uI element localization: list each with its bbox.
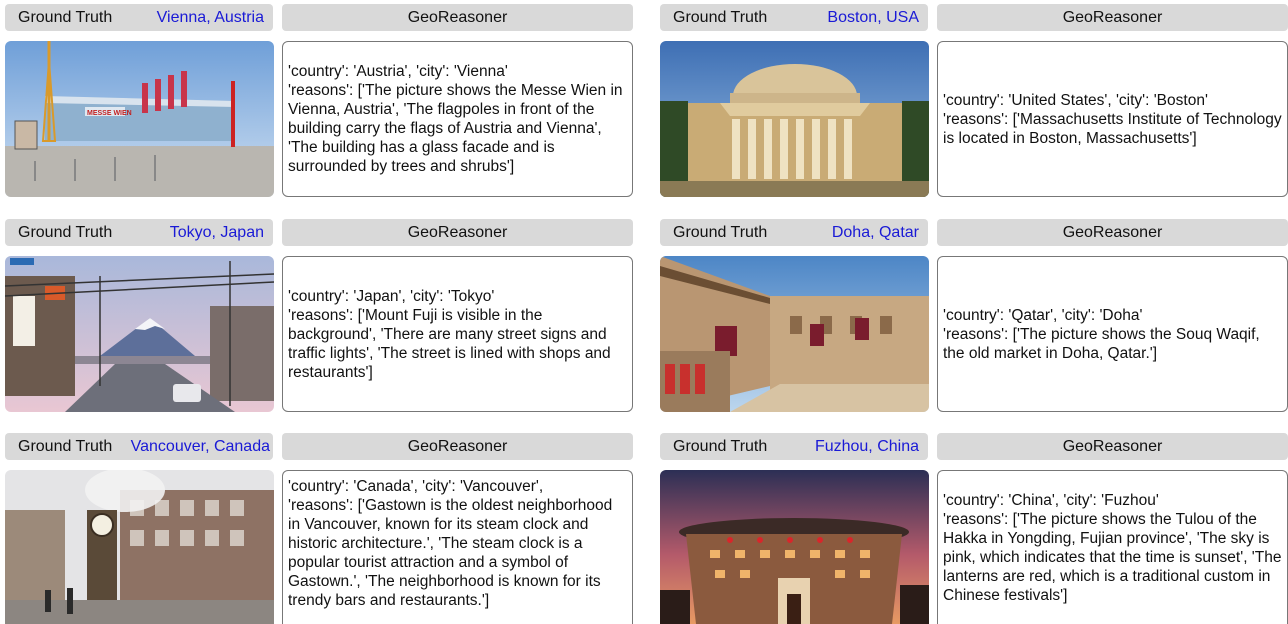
- georeasoner-label: GeoReasoner: [1062, 8, 1163, 26]
- ground-truth-bar-vienna: Ground Truth Vienna, Austria: [5, 4, 273, 31]
- country-city-line: 'country': 'Qatar', 'city': 'Doha': [943, 306, 1143, 324]
- georeasoner-bar-tokyo: GeoReasoner: [282, 219, 633, 246]
- souq-waqif-market-photo: [660, 256, 929, 412]
- georeasoner-bar-boston: GeoReasoner: [937, 4, 1288, 31]
- ground-truth-label: Ground Truth: [18, 8, 113, 26]
- reasons-line: 'reasons': ['Massachusetts Institute of …: [943, 110, 1282, 147]
- sign-text: MESSE WIEN: [87, 110, 132, 117]
- georeasoner-bar-doha: GeoReasoner: [937, 219, 1288, 246]
- georeasoner-bar-vienna: GeoReasoner: [282, 4, 633, 31]
- reasons-line: 'reasons': ['The picture shows the Tulou…: [943, 510, 1282, 604]
- messe-wien-building-photo: MESSE WIEN: [5, 41, 274, 197]
- ground-truth-bar-fuzhou: Ground Truth Fuzhou, China: [660, 433, 928, 460]
- reasons-line: 'reasons': ['Mount Fuji is visible in th…: [288, 306, 611, 381]
- ground-truth-location: Boston, USA: [827, 8, 919, 26]
- ground-truth-label: Ground Truth: [673, 8, 768, 26]
- ground-truth-label: Ground Truth: [18, 223, 113, 241]
- georeasoner-answer-fuzhou: 'country': 'China', 'city': 'Fuzhou' 're…: [937, 470, 1288, 624]
- tokyo-street-mount-fuji-photo: [5, 256, 274, 412]
- georeasoner-label: GeoReasoner: [1062, 223, 1163, 241]
- country-city-line: 'country': 'Austria', 'city': 'Vienna': [288, 63, 508, 80]
- georeasoner-answer-vancouver: 'country': 'Canada', 'city': 'Vancouver'…: [282, 470, 633, 624]
- georeasoner-answer-boston: 'country': 'United States', 'city': 'Bos…: [937, 41, 1288, 197]
- georeasoner-label: GeoReasoner: [407, 223, 508, 241]
- georeasoner-bar-vancouver: GeoReasoner: [282, 433, 633, 460]
- reasons-line: 'reasons': ['The picture shows the Souq …: [943, 325, 1260, 362]
- ground-truth-bar-vancouver: Ground Truth Vancouver, Canada: [5, 433, 273, 460]
- ground-truth-bar-tokyo: Ground Truth Tokyo, Japan: [5, 219, 273, 246]
- ground-truth-location: Doha, Qatar: [831, 223, 919, 241]
- mit-great-dome-photo: [660, 41, 929, 197]
- georeasoner-answer-vienna: 'country': 'Austria', 'city': 'Vienna' '…: [282, 41, 633, 197]
- country-city-line: 'country': 'Japan', 'city': 'Tokyo': [288, 287, 495, 305]
- reasons-line: 'reasons': ['The picture shows the Messe…: [288, 82, 623, 175]
- hakka-tulou-sunset-photo: [660, 470, 929, 624]
- georeasoner-label: GeoReasoner: [1062, 437, 1163, 455]
- country-city-line: 'country': 'China', 'city': 'Fuzhou': [943, 491, 1159, 509]
- ground-truth-label: Ground Truth: [673, 437, 768, 455]
- gastown-steam-clock-photo: [5, 470, 274, 624]
- ground-truth-label: Ground Truth: [673, 223, 768, 241]
- ground-truth-bar-doha: Ground Truth Doha, Qatar: [660, 219, 928, 246]
- ground-truth-bar-boston: Ground Truth Boston, USA: [660, 4, 928, 31]
- country-city-line: 'country': 'Canada', 'city': 'Vancouver'…: [288, 478, 544, 495]
- georeasoner-label: GeoReasoner: [407, 8, 508, 26]
- georeasoner-bar-fuzhou: GeoReasoner: [937, 433, 1288, 460]
- reasons-line: 'reasons': ['Gastown is the oldest neigh…: [288, 497, 613, 609]
- ground-truth-location: Vienna, Austria: [156, 8, 264, 26]
- country-city-line: 'country': 'United States', 'city': 'Bos…: [943, 91, 1208, 109]
- ground-truth-location: Tokyo, Japan: [169, 223, 264, 241]
- ground-truth-label: Ground Truth: [18, 437, 113, 455]
- georeasoner-answer-tokyo: 'country': 'Japan', 'city': 'Tokyo' 'rea…: [282, 256, 633, 412]
- georeasoner-label: GeoReasoner: [407, 437, 508, 455]
- ground-truth-location: Vancouver, Canada: [130, 437, 270, 455]
- georeasoner-answer-doha: 'country': 'Qatar', 'city': 'Doha' 'reas…: [937, 256, 1288, 412]
- ground-truth-location: Fuzhou, China: [814, 437, 919, 455]
